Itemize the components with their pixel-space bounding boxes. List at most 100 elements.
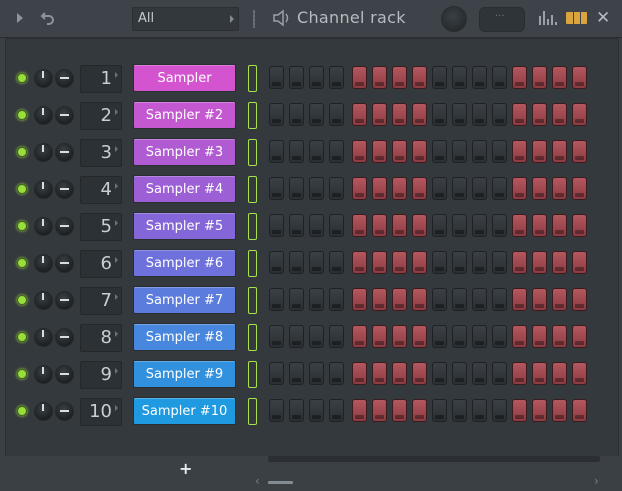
step-button[interactable] [432,103,447,126]
step-button[interactable] [572,140,587,163]
step-button[interactable] [372,251,387,274]
piano-roll-icon[interactable] [566,12,587,24]
step-button[interactable] [412,399,427,422]
step-button[interactable] [329,103,344,126]
step-button[interactable] [572,288,587,311]
channel-mute-led[interactable] [17,295,27,305]
step-button[interactable] [269,214,284,237]
step-button[interactable] [572,251,587,274]
step-button[interactable] [472,325,487,348]
step-button[interactable] [452,140,467,163]
step-button[interactable] [532,251,547,274]
step-button[interactable] [392,103,407,126]
mixer-track-selector[interactable]: 9 [80,361,122,389]
pan-knob[interactable] [34,402,53,421]
step-button[interactable] [512,288,527,311]
pan-knob[interactable] [34,365,53,384]
step-button[interactable] [452,103,467,126]
step-button[interactable] [512,214,527,237]
step-button[interactable] [432,251,447,274]
step-button[interactable] [412,288,427,311]
channel-mute-led[interactable] [17,73,27,83]
step-button[interactable] [329,399,344,422]
channel-mute-led[interactable] [17,369,27,379]
step-button[interactable] [432,362,447,385]
step-button[interactable] [532,288,547,311]
step-button[interactable] [432,66,447,89]
step-button[interactable] [309,288,324,311]
step-button[interactable] [512,362,527,385]
swing-display[interactable]: ··· [479,7,525,32]
pan-knob[interactable] [34,254,53,273]
step-button[interactable] [372,66,387,89]
mixer-track-selector[interactable]: 3 [80,139,122,167]
channel-name-button[interactable]: Sampler #10 [133,397,236,425]
step-button[interactable] [412,362,427,385]
step-button[interactable] [309,66,324,89]
step-button[interactable] [492,251,507,274]
channel-mute-led[interactable] [17,110,27,120]
step-button[interactable] [472,66,487,89]
channel-name-button[interactable]: Sampler #9 [133,360,236,388]
step-button[interactable] [452,214,467,237]
channel-select-indicator[interactable] [248,250,257,277]
pan-knob[interactable] [34,69,53,88]
step-button[interactable] [472,288,487,311]
step-button[interactable] [472,251,487,274]
step-button[interactable] [329,251,344,274]
step-button[interactable] [432,177,447,200]
step-button[interactable] [572,214,587,237]
play-icon[interactable] [17,13,23,23]
graph-editor-icon[interactable] [539,11,557,25]
step-button[interactable] [269,177,284,200]
step-button[interactable] [309,103,324,126]
step-button[interactable] [452,288,467,311]
channel-name-button[interactable]: Sampler #6 [133,249,236,277]
step-button[interactable] [352,177,367,200]
step-button[interactable] [492,177,507,200]
step-button[interactable] [552,288,567,311]
step-button[interactable] [329,362,344,385]
channel-select-indicator[interactable] [248,324,257,351]
pattern-scrollbar-track[interactable] [268,456,600,462]
step-button[interactable] [392,177,407,200]
step-button[interactable] [329,288,344,311]
volume-knob[interactable] [55,180,74,199]
channel-select-indicator[interactable] [248,213,257,240]
step-button[interactable] [432,288,447,311]
step-button[interactable] [269,140,284,163]
step-button[interactable] [412,325,427,348]
step-button[interactable] [309,399,324,422]
step-button[interactable] [472,362,487,385]
step-button[interactable] [532,66,547,89]
step-button[interactable] [372,399,387,422]
add-channel-button[interactable]: + [179,459,192,478]
channel-select-indicator[interactable] [248,102,257,129]
step-button[interactable] [289,177,304,200]
step-button[interactable] [492,288,507,311]
step-button[interactable] [452,177,467,200]
step-button[interactable] [492,399,507,422]
channel-select-indicator[interactable] [248,287,257,314]
step-button[interactable] [372,288,387,311]
step-button[interactable] [412,140,427,163]
channel-select-indicator[interactable] [248,139,257,166]
drag-grip-icon[interactable] [253,10,255,28]
channel-name-button[interactable]: Sampler #7 [133,286,236,314]
step-button[interactable] [452,399,467,422]
step-button[interactable] [392,288,407,311]
step-button[interactable] [329,140,344,163]
step-button[interactable] [472,399,487,422]
step-button[interactable] [352,103,367,126]
step-button[interactable] [512,103,527,126]
step-button[interactable] [392,66,407,89]
step-button[interactable] [309,251,324,274]
volume-knob[interactable] [55,217,74,236]
step-button[interactable] [352,66,367,89]
step-button[interactable] [552,177,567,200]
step-button[interactable] [572,66,587,89]
step-button[interactable] [552,325,567,348]
volume-knob[interactable] [55,402,74,421]
channel-mute-led[interactable] [17,332,27,342]
channel-name-button[interactable]: Sampler #8 [133,323,236,351]
